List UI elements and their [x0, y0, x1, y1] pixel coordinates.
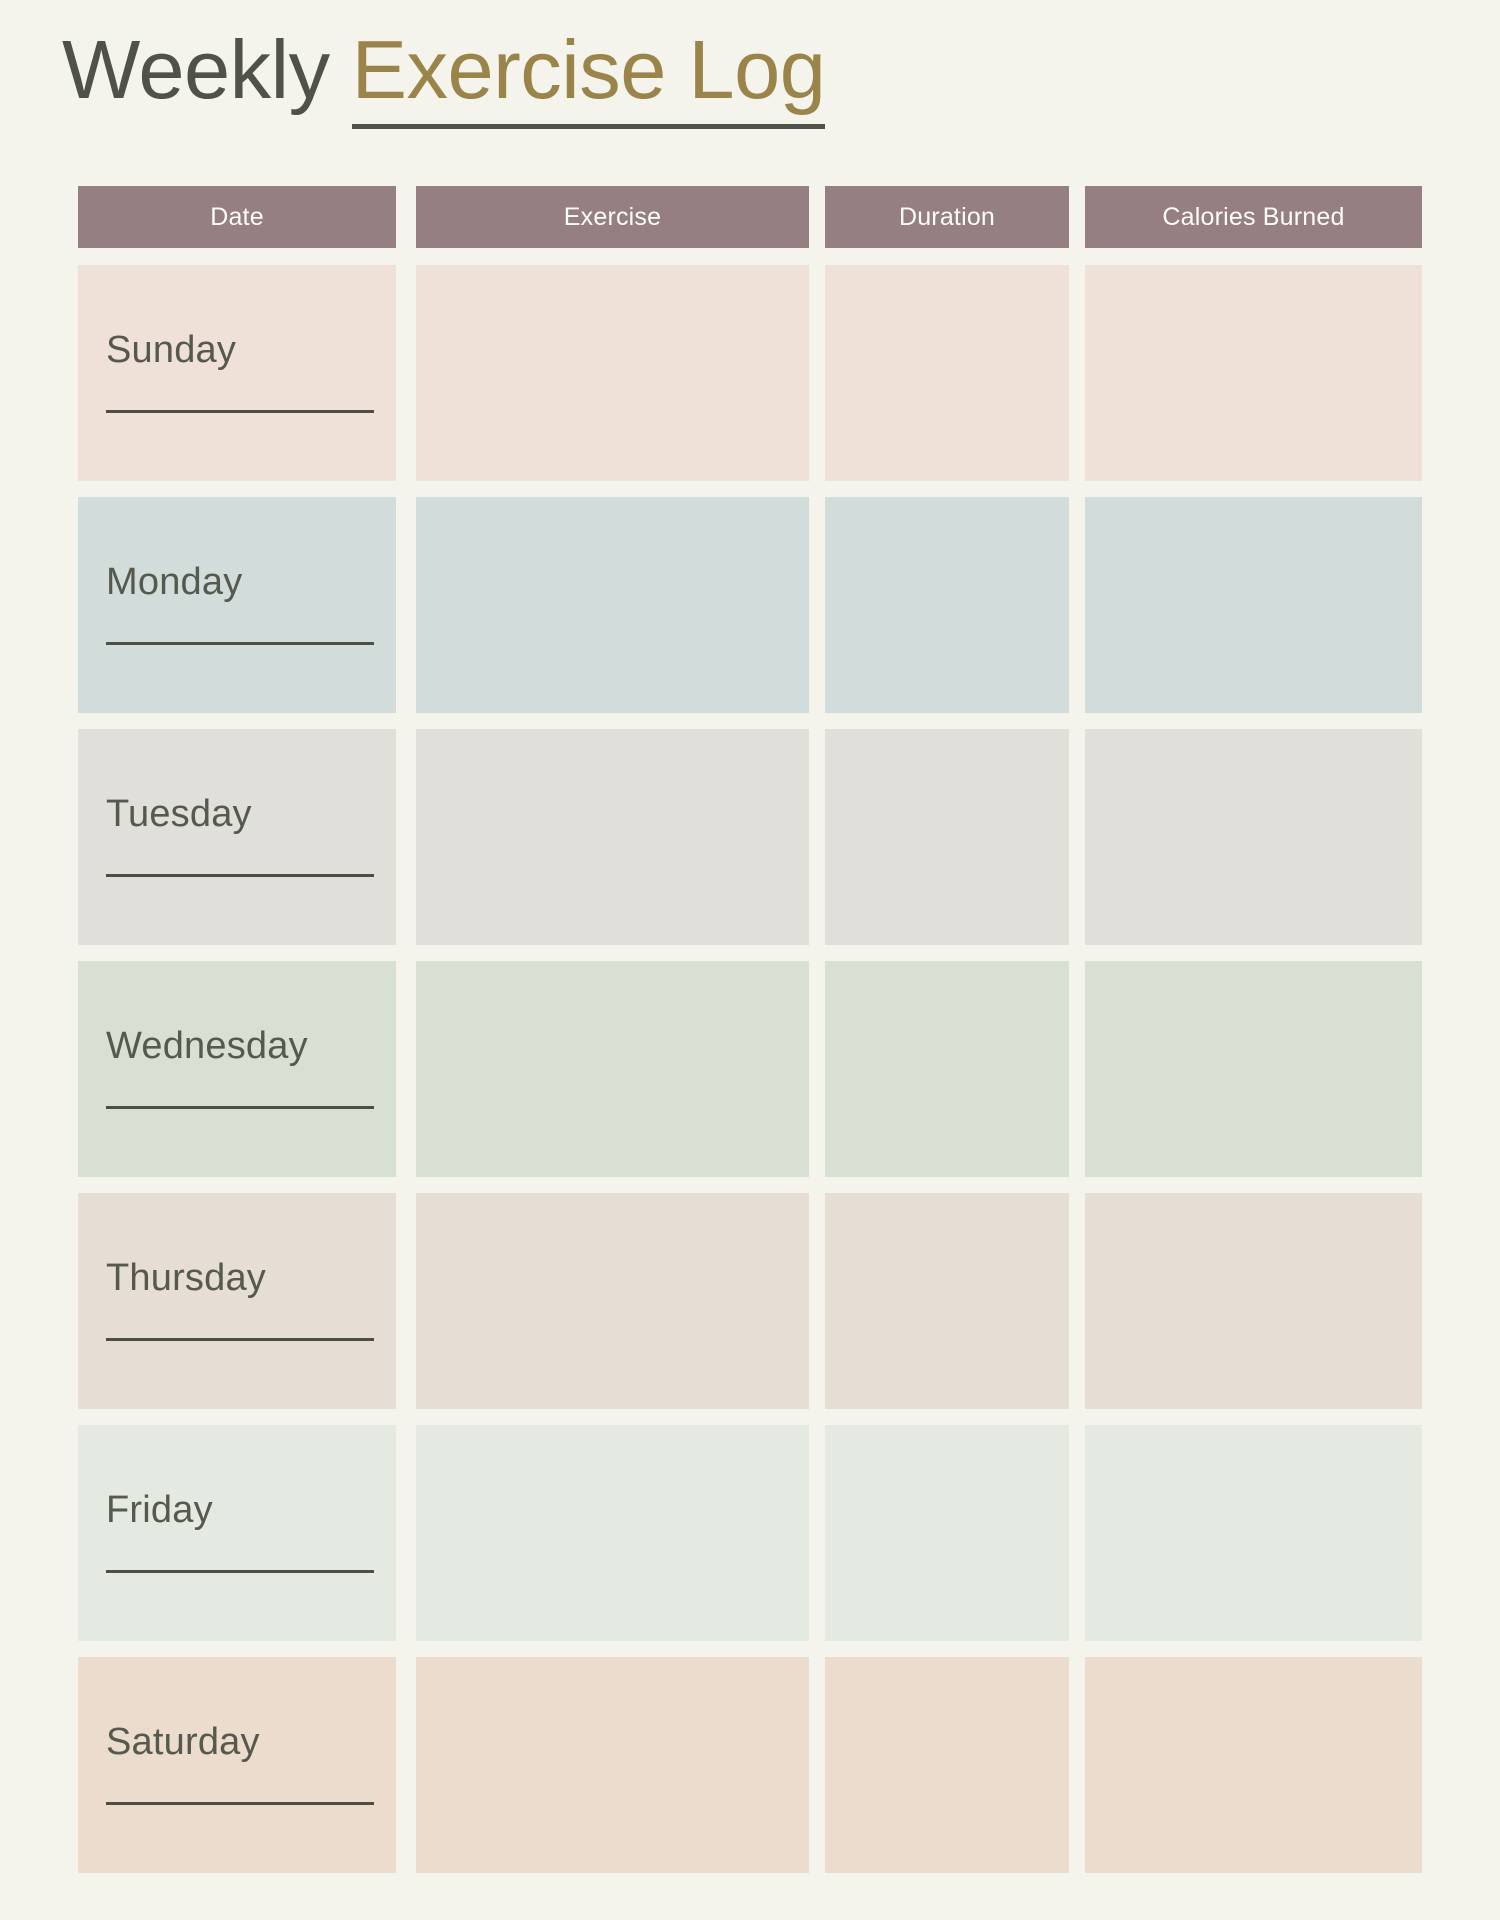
calories-entry-cell[interactable]	[1085, 497, 1422, 713]
column-gap	[396, 729, 416, 945]
table-row: Wednesday	[78, 961, 1422, 1177]
column-gap	[1069, 265, 1085, 481]
column-header-exercise: Exercise	[416, 186, 809, 248]
date-write-line	[106, 874, 374, 877]
table-row: Monday	[78, 497, 1422, 713]
table-header-row: Date Exercise Duration Calories Burned	[78, 186, 1422, 248]
date-cell[interactable]: Thursday	[78, 1193, 396, 1409]
duration-entry-cell[interactable]	[825, 265, 1069, 481]
date-write-line	[106, 1802, 374, 1805]
column-gap	[396, 265, 416, 481]
duration-entry-cell[interactable]	[825, 961, 1069, 1177]
date-cell[interactable]: Tuesday	[78, 729, 396, 945]
date-cell[interactable]: Sunday	[78, 265, 396, 481]
column-gap	[396, 961, 416, 1177]
table-body: Sunday Monday Tuesday Wednesday Thursday Frid…	[78, 265, 1422, 1873]
duration-entry-cell[interactable]	[825, 729, 1069, 945]
table-row: Thursday	[78, 1193, 1422, 1409]
day-label: Monday	[106, 561, 243, 603]
title-heading: Weekly Exercise Log	[62, 23, 826, 130]
column-gap	[396, 1657, 416, 1873]
exercise-entry-cell[interactable]	[416, 961, 809, 1177]
duration-entry-cell[interactable]	[825, 1657, 1069, 1873]
day-label: Saturday	[106, 1721, 260, 1763]
column-gap	[809, 1425, 825, 1641]
day-label: Thursday	[106, 1257, 267, 1299]
column-header-duration: Duration	[825, 186, 1069, 248]
title-accent-text: Exercise Log	[351, 23, 826, 116]
column-gap	[1069, 1425, 1085, 1641]
date-cell[interactable]: Monday	[78, 497, 396, 713]
date-write-line	[106, 642, 374, 645]
duration-entry-cell[interactable]	[825, 497, 1069, 713]
table-row: Saturday	[78, 1657, 1422, 1873]
date-cell[interactable]: Friday	[78, 1425, 396, 1641]
column-gap	[809, 186, 825, 248]
date-write-line	[106, 1570, 374, 1573]
column-gap	[1069, 729, 1085, 945]
date-write-line	[106, 1338, 374, 1341]
date-write-line	[106, 1106, 374, 1109]
column-gap	[809, 265, 825, 481]
column-gap	[809, 729, 825, 945]
calories-entry-cell[interactable]	[1085, 729, 1422, 945]
date-cell[interactable]: Saturday	[78, 1657, 396, 1873]
page-title: Weekly Exercise Log	[62, 23, 826, 144]
calories-entry-cell[interactable]	[1085, 265, 1422, 481]
calories-entry-cell[interactable]	[1085, 1657, 1422, 1873]
exercise-entry-cell[interactable]	[416, 729, 809, 945]
column-header-calories-burned: Calories Burned	[1085, 186, 1422, 248]
day-label: Wednesday	[106, 1025, 308, 1067]
column-gap	[396, 186, 416, 248]
title-accent-group: Exercise Log	[351, 23, 826, 130]
column-gap	[396, 1193, 416, 1409]
exercise-entry-cell[interactable]	[416, 1657, 809, 1873]
exercise-entry-cell[interactable]	[416, 265, 809, 481]
day-label: Friday	[106, 1489, 213, 1531]
exercise-entry-cell[interactable]	[416, 497, 809, 713]
column-header-date: Date	[78, 186, 396, 248]
date-cell[interactable]: Wednesday	[78, 961, 396, 1177]
column-gap	[809, 497, 825, 713]
table-row: Friday	[78, 1425, 1422, 1641]
duration-entry-cell[interactable]	[825, 1425, 1069, 1641]
column-gap	[1069, 186, 1085, 248]
exercise-log-page: Weekly Exercise Log Date Exercise Duratio…	[0, 0, 1500, 1920]
exercise-log-table: Date Exercise Duration Calories Burned S…	[78, 186, 1422, 1873]
exercise-entry-cell[interactable]	[416, 1193, 809, 1409]
title-underline-rule	[351, 124, 826, 130]
column-gap	[396, 1425, 416, 1641]
duration-entry-cell[interactable]	[825, 1193, 1069, 1409]
day-label: Sunday	[106, 329, 237, 371]
column-gap	[809, 961, 825, 1177]
column-gap	[396, 497, 416, 713]
column-gap	[1069, 961, 1085, 1177]
day-label: Tuesday	[106, 793, 252, 835]
column-gap	[1069, 1193, 1085, 1409]
column-gap	[809, 1657, 825, 1873]
column-gap	[1069, 1657, 1085, 1873]
calories-entry-cell[interactable]	[1085, 961, 1422, 1177]
column-gap	[1069, 497, 1085, 713]
calories-entry-cell[interactable]	[1085, 1425, 1422, 1641]
exercise-entry-cell[interactable]	[416, 1425, 809, 1641]
title-primary-text: Weekly	[62, 23, 330, 116]
column-gap	[809, 1193, 825, 1409]
table-row: Tuesday	[78, 729, 1422, 945]
date-write-line	[106, 410, 374, 413]
calories-entry-cell[interactable]	[1085, 1193, 1422, 1409]
table-row: Sunday	[78, 265, 1422, 481]
